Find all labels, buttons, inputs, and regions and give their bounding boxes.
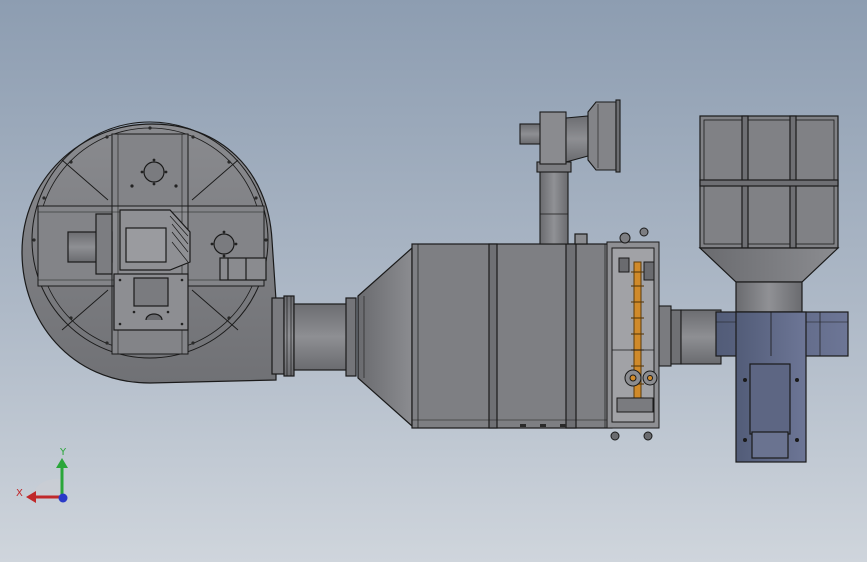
outlet-duct <box>658 305 722 367</box>
fan-impeller-box <box>125 227 167 263</box>
blower-outlet-cone <box>587 101 617 171</box>
housing-body <box>411 243 613 429</box>
filter-hopper <box>698 247 840 283</box>
triad-plane-shading <box>33 478 62 497</box>
y-axis-label: Y <box>59 447 67 458</box>
centrifugal-fan <box>21 121 277 384</box>
control-frame <box>606 227 660 441</box>
fan-side-hatch <box>213 233 235 255</box>
duct-flange-ring <box>283 295 295 377</box>
inlet-duct <box>271 295 357 377</box>
main-housing <box>357 233 613 429</box>
valve-wheel-top <box>619 232 631 244</box>
fan-top-hatch <box>143 161 165 183</box>
cad-viewport[interactable]: Y X <box>0 0 867 562</box>
bag-filter-unit <box>698 115 849 463</box>
outlet-pipe <box>680 309 722 365</box>
heater-pipe <box>633 261 642 413</box>
x-axis-label: X <box>16 488 23 499</box>
axis-triad: Y X <box>16 447 68 503</box>
housing-transition-cone <box>357 246 413 428</box>
exhaust-blower <box>519 99 621 245</box>
assembly-drawing: Y X <box>16 99 849 503</box>
duct-pipe <box>293 303 351 371</box>
z-axis-dot <box>58 493 68 503</box>
exhaust-stack <box>539 169 569 245</box>
